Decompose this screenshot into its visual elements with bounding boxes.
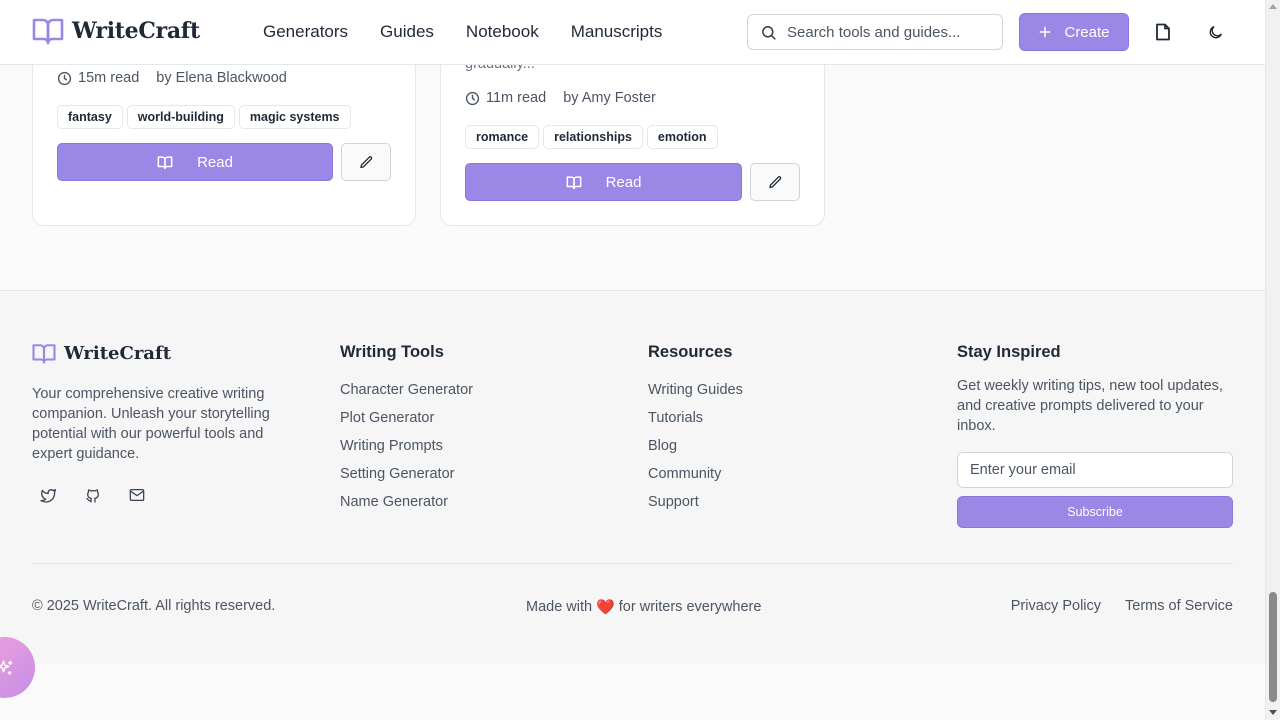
- sparkles-icon: [0, 659, 14, 677]
- search-box[interactable]: [747, 14, 1003, 50]
- tag[interactable]: fantasy: [57, 105, 123, 129]
- pencil-icon: [768, 175, 783, 190]
- read-time: 15m read: [57, 70, 139, 86]
- scroll-thumb[interactable]: [1269, 592, 1277, 702]
- main-nav: Generators Guides Notebook Manuscripts: [263, 0, 662, 64]
- top-header: WriteCraft Generators Guides Notebook Ma…: [0, 0, 1265, 65]
- made-with-suffix: for writers everywhere: [618, 599, 762, 615]
- terms-of-service-link[interactable]: Terms of Service: [1125, 598, 1233, 614]
- footer-link-writing-prompts[interactable]: Writing Prompts: [340, 432, 473, 460]
- document-icon: [1155, 23, 1171, 41]
- email-field-wrapper: [957, 452, 1233, 488]
- clock-icon: [57, 71, 72, 86]
- heart-icon: ❤️: [596, 599, 615, 616]
- read-label: Read: [197, 153, 233, 171]
- footer-divider: [32, 563, 1233, 564]
- edit-button[interactable]: [341, 143, 391, 181]
- read-label: Read: [605, 173, 642, 191]
- moon-icon: [1207, 24, 1224, 41]
- footer-link-community[interactable]: Community: [648, 460, 743, 488]
- privacy-policy-link[interactable]: Privacy Policy: [1011, 598, 1101, 614]
- create-label: Create: [1064, 23, 1110, 41]
- copyright-text: © 2025 WriteCraft. All rights reserved.: [32, 598, 276, 614]
- footer-brand-logo[interactable]: WriteCraft: [32, 343, 171, 364]
- card-meta: 15m read by Elena Blackwood: [57, 70, 287, 86]
- tag[interactable]: romance: [465, 125, 540, 149]
- nav-generators[interactable]: Generators: [263, 22, 348, 42]
- mail-icon[interactable]: [129, 488, 145, 504]
- search-input[interactable]: [787, 23, 987, 41]
- footer-link-support[interactable]: Support: [648, 488, 743, 516]
- tag[interactable]: magic systems: [238, 105, 351, 129]
- plus-icon: [1038, 25, 1052, 39]
- read-button[interactable]: Read: [57, 143, 333, 181]
- social-links: [40, 488, 145, 504]
- book-open-icon: [157, 155, 173, 170]
- create-button[interactable]: Create: [1019, 13, 1129, 51]
- pencil-icon: [359, 155, 374, 170]
- footer-link-blog[interactable]: Blog: [648, 432, 743, 460]
- edit-button[interactable]: [750, 163, 800, 201]
- stay-inspired-title: Stay Inspired: [957, 343, 1061, 361]
- scroll-up-arrow-icon[interactable]: [1269, 4, 1277, 9]
- nav-notebook[interactable]: Notebook: [466, 22, 539, 42]
- writing-tools-column: Writing Tools Character Generator Plot G…: [340, 343, 473, 516]
- email-field[interactable]: [970, 462, 1220, 478]
- theme-toggle-button[interactable]: [1203, 20, 1227, 44]
- footer-link-tutorials[interactable]: Tutorials: [648, 404, 743, 432]
- made-with-prefix: Made with: [526, 599, 593, 615]
- book-open-icon: [32, 17, 64, 45]
- book-open-icon: [566, 175, 582, 190]
- newsletter-column: Stay Inspired Get weekly writing tips, n…: [957, 343, 1233, 528]
- page-scrollbar[interactable]: [1265, 0, 1280, 720]
- brand-name: WriteCraft: [72, 18, 200, 44]
- book-open-icon: [32, 343, 56, 364]
- newsletter-description: Get weekly writing tips, new tool update…: [957, 378, 1223, 434]
- footer-description: Your comprehensive creative writing comp…: [32, 386, 270, 462]
- site-footer: WriteCraft Your comprehensive creative w…: [0, 290, 1265, 664]
- resources-title: Resources: [648, 343, 733, 361]
- author-label: by Amy Foster: [563, 90, 656, 106]
- tag[interactable]: world-building: [126, 105, 235, 129]
- footer-link-character-generator[interactable]: Character Generator: [340, 376, 473, 404]
- footer-brand-name: WriteCraft: [64, 343, 172, 364]
- scroll-down-arrow-icon[interactable]: [1269, 710, 1277, 715]
- nav-guides[interactable]: Guides: [380, 22, 434, 42]
- footer-link-setting-generator[interactable]: Setting Generator: [340, 460, 473, 488]
- footer-link-plot-generator[interactable]: Plot Generator: [340, 404, 473, 432]
- read-time-label: 11m read: [486, 90, 547, 106]
- writing-tools-title: Writing Tools: [340, 343, 444, 361]
- footer-link-name-generator[interactable]: Name Generator: [340, 488, 473, 516]
- tag[interactable]: relationships: [543, 125, 643, 149]
- github-icon[interactable]: [85, 488, 101, 504]
- tag[interactable]: emotion: [646, 125, 718, 149]
- legal-links: Privacy Policy Terms of Service: [1011, 598, 1233, 614]
- brand-logo[interactable]: WriteCraft: [32, 17, 200, 45]
- card-meta: 11m read by Amy Foster: [465, 90, 656, 106]
- tag-list: fantasy world-building magic systems: [57, 105, 351, 129]
- footer-link-writing-guides[interactable]: Writing Guides: [648, 376, 743, 404]
- twitter-icon[interactable]: [40, 488, 57, 504]
- made-with-text: Made with ❤️ for writers everywhere: [526, 598, 761, 616]
- subscribe-button[interactable]: Subscribe: [957, 496, 1233, 528]
- author-label: by Elena Blackwood: [156, 70, 287, 86]
- search-icon: [760, 24, 777, 41]
- read-button[interactable]: Read: [465, 163, 742, 201]
- resources-column: Resources Writing Guides Tutorials Blog …: [648, 343, 743, 516]
- read-time-label: 15m read: [78, 70, 140, 86]
- nav-manuscripts[interactable]: Manuscripts: [571, 22, 663, 42]
- clock-icon: [465, 91, 480, 106]
- document-button[interactable]: [1151, 20, 1175, 44]
- tag-list: romance relationships emotion: [465, 125, 718, 149]
- read-time: 11m read: [465, 90, 546, 106]
